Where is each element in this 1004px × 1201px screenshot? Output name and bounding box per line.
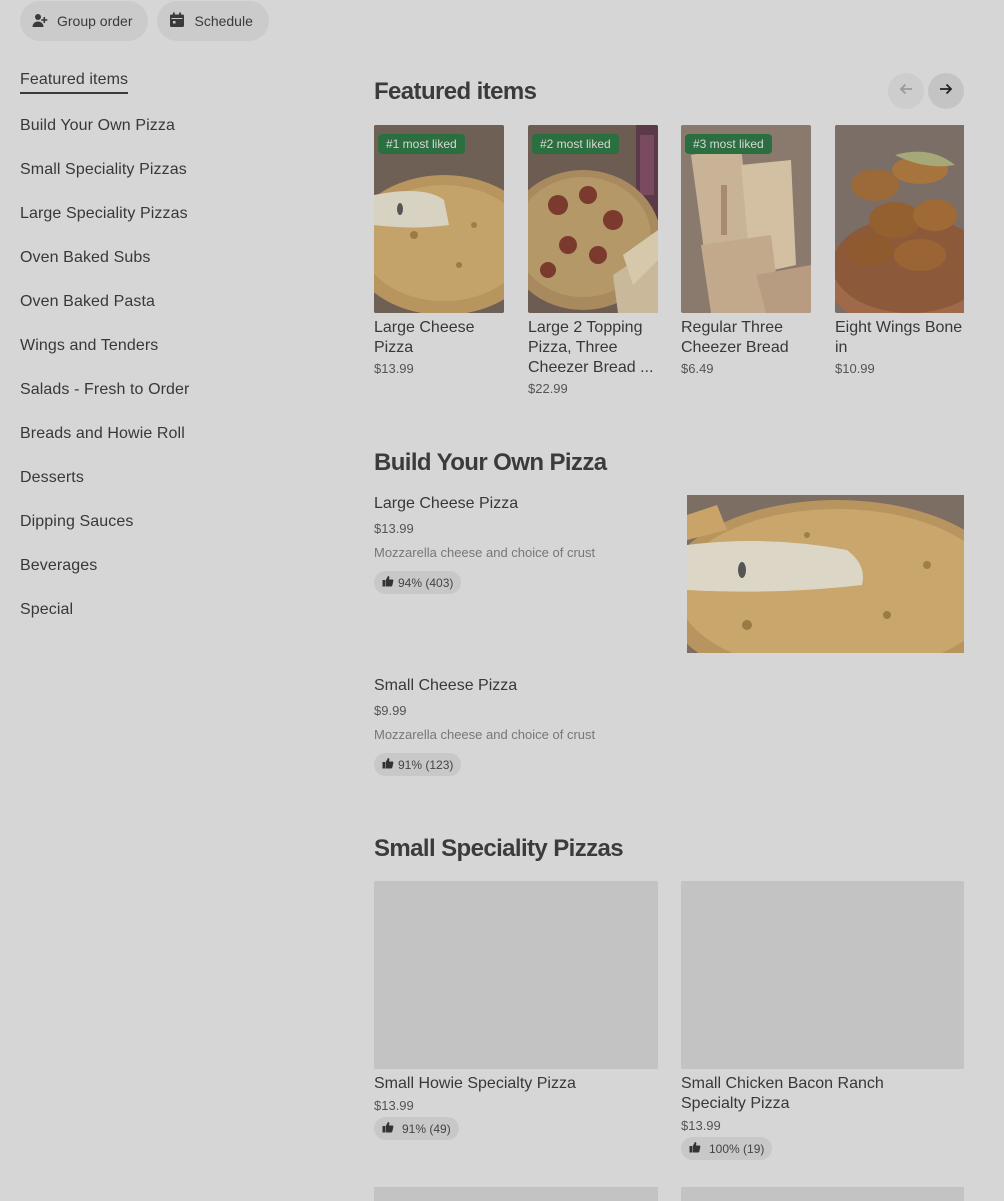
- category-sidebar: Featured items Build Your Own Pizza Smal…: [20, 60, 320, 632]
- group-order-label: Group order: [57, 13, 133, 29]
- featured-carousel: #1 most liked Large Cheese Pizza $13.99: [374, 125, 964, 405]
- sidebar-item-label: Oven Baked Subs: [20, 249, 151, 266]
- item-name: Large Cheese Pizza: [374, 495, 519, 512]
- rating-badge: 91% (49): [374, 1117, 459, 1140]
- sidebar-item-large-speciality-pizzas[interactable]: Large Speciality Pizzas: [20, 192, 320, 236]
- item-name: Regular Three Cheezer Bread: [681, 319, 789, 356]
- item-price: $10.99: [835, 361, 875, 376]
- sidebar-item-label: Beverages: [20, 557, 98, 574]
- sidebar-item-oven-baked-pasta[interactable]: Oven Baked Pasta: [20, 280, 320, 324]
- thumbs-up-icon: [382, 757, 394, 772]
- item-price: $13.99: [374, 1098, 414, 1113]
- item-image-placeholder: [374, 881, 658, 1069]
- item-price: $13.99: [681, 1118, 721, 1133]
- rating-text: 100% (19): [709, 1141, 765, 1156]
- item-image: [687, 495, 964, 653]
- item-image-placeholder: [681, 881, 964, 1069]
- item-name: Large 2 Topping Pizza, Three Cheezer Bre…: [528, 319, 654, 376]
- sidebar-item-featured-items[interactable]: Featured items: [20, 60, 320, 104]
- sidebar-item-breads-and-howie-roll[interactable]: Breads and Howie Roll: [20, 412, 320, 456]
- item-name: Eight Wings Bone in: [835, 319, 963, 356]
- rating-badge: 91% (123): [374, 753, 462, 776]
- sidebar-item-salads[interactable]: Salads - Fresh to Order: [20, 368, 320, 412]
- item-description: Mozzarella cheese and choice of crust: [374, 727, 596, 742]
- sidebar-item-label: Featured items: [20, 71, 129, 94]
- menu-item-small-howie-specialty-pizza[interactable]: Small Howie Specialty Pizza $13.99 91% (…: [374, 881, 658, 1140]
- item-price: $22.99: [528, 381, 568, 396]
- item-price: $9.99: [374, 703, 407, 718]
- featured-card[interactable]: #1 most liked Large Cheese Pizza $13.99: [374, 125, 504, 376]
- sidebar-item-wings-and-tenders[interactable]: Wings and Tenders: [20, 324, 320, 368]
- sidebar-item-label: Salads - Fresh to Order: [20, 381, 190, 398]
- arrow-right-icon: [938, 81, 954, 102]
- item-price: $6.49: [681, 361, 714, 376]
- thumbs-up-icon: [689, 1141, 701, 1156]
- calendar-icon: [169, 12, 185, 31]
- most-liked-badge: #1 most liked: [378, 134, 465, 154]
- carousel-next-button[interactable]: [928, 73, 964, 109]
- schedule-label: Schedule: [194, 13, 253, 29]
- rating-badge: 100% (19): [681, 1137, 773, 1160]
- thumbs-up-icon: [382, 575, 394, 590]
- item-image: #1 most liked: [374, 125, 504, 313]
- rating-badge: 94% (403): [374, 571, 462, 594]
- thumbs-up-icon: [382, 1121, 394, 1136]
- rating-text: 94% (403): [398, 575, 454, 590]
- sidebar-item-label: Desserts: [20, 469, 84, 486]
- arrow-left-icon: [898, 81, 914, 102]
- featured-card[interactable]: Eight Wings Bone in $10.99: [835, 125, 964, 376]
- item-image-placeholder: [374, 1187, 658, 1201]
- sidebar-item-label: Large Speciality Pizzas: [20, 205, 188, 222]
- sidebar-item-beverages[interactable]: Beverages: [20, 544, 320, 588]
- sidebar-item-dipping-sauces[interactable]: Dipping Sauces: [20, 500, 320, 544]
- item-image: #3 most liked: [681, 125, 811, 313]
- schedule-button[interactable]: Schedule: [157, 1, 269, 41]
- sidebar-item-desserts[interactable]: Desserts: [20, 456, 320, 500]
- most-liked-badge: #3 most liked: [685, 134, 772, 154]
- featured-section-title: Featured items: [374, 78, 537, 105]
- sidebar-item-build-your-own-pizza[interactable]: Build Your Own Pizza: [20, 104, 320, 148]
- rating-text: 91% (123): [398, 757, 454, 772]
- item-name: Small Howie Specialty Pizza: [374, 1075, 576, 1092]
- sidebar-item-label: Wings and Tenders: [20, 337, 159, 354]
- item-name: Small Cheese Pizza: [374, 677, 518, 694]
- item-description: Mozzarella cheese and choice of crust: [374, 545, 596, 560]
- sidebar-item-label: Special: [20, 601, 74, 618]
- sidebar-item-label: Breads and Howie Roll: [20, 425, 185, 442]
- item-image: [835, 125, 964, 313]
- sidebar-item-special[interactable]: Special: [20, 588, 320, 632]
- item-image: #2 most liked: [528, 125, 658, 313]
- carousel-prev-button[interactable]: [888, 73, 924, 109]
- top-actions: Group order Schedule: [20, 1, 269, 41]
- most-liked-badge: #2 most liked: [532, 134, 619, 154]
- sidebar-item-label: Small Speciality Pizzas: [20, 161, 187, 178]
- item-name: Small Chicken Bacon Ranch Specialty Pizz…: [681, 1075, 884, 1112]
- item-price: $13.99: [374, 521, 414, 536]
- group-order-button[interactable]: Group order: [20, 1, 149, 41]
- featured-card[interactable]: #2 most liked Large 2 Topping Pizza, Thr…: [528, 125, 658, 396]
- build-section-title: Build Your Own Pizza: [374, 449, 607, 476]
- item-image-placeholder: [681, 1187, 964, 1201]
- sidebar-item-label: Dipping Sauces: [20, 513, 134, 530]
- add-person-icon: [32, 12, 48, 31]
- sidebar-item-label: Oven Baked Pasta: [20, 293, 156, 310]
- small-specialty-section-title: Small Speciality Pizzas: [374, 835, 624, 862]
- rating-text: 91% (49): [402, 1121, 451, 1136]
- sidebar-item-label: Build Your Own Pizza: [20, 117, 175, 134]
- sidebar-item-oven-baked-subs[interactable]: Oven Baked Subs: [20, 236, 320, 280]
- sidebar-item-small-speciality-pizzas[interactable]: Small Speciality Pizzas: [20, 148, 320, 192]
- featured-card[interactable]: #3 most liked Regular Three Cheezer Brea…: [681, 125, 811, 376]
- item-price: $13.99: [374, 361, 414, 376]
- menu-item-small-chicken-bacon-ranch-pizza[interactable]: Small Chicken Bacon Ranch Specialty Pizz…: [681, 881, 964, 1160]
- item-name: Large Cheese Pizza: [374, 319, 475, 356]
